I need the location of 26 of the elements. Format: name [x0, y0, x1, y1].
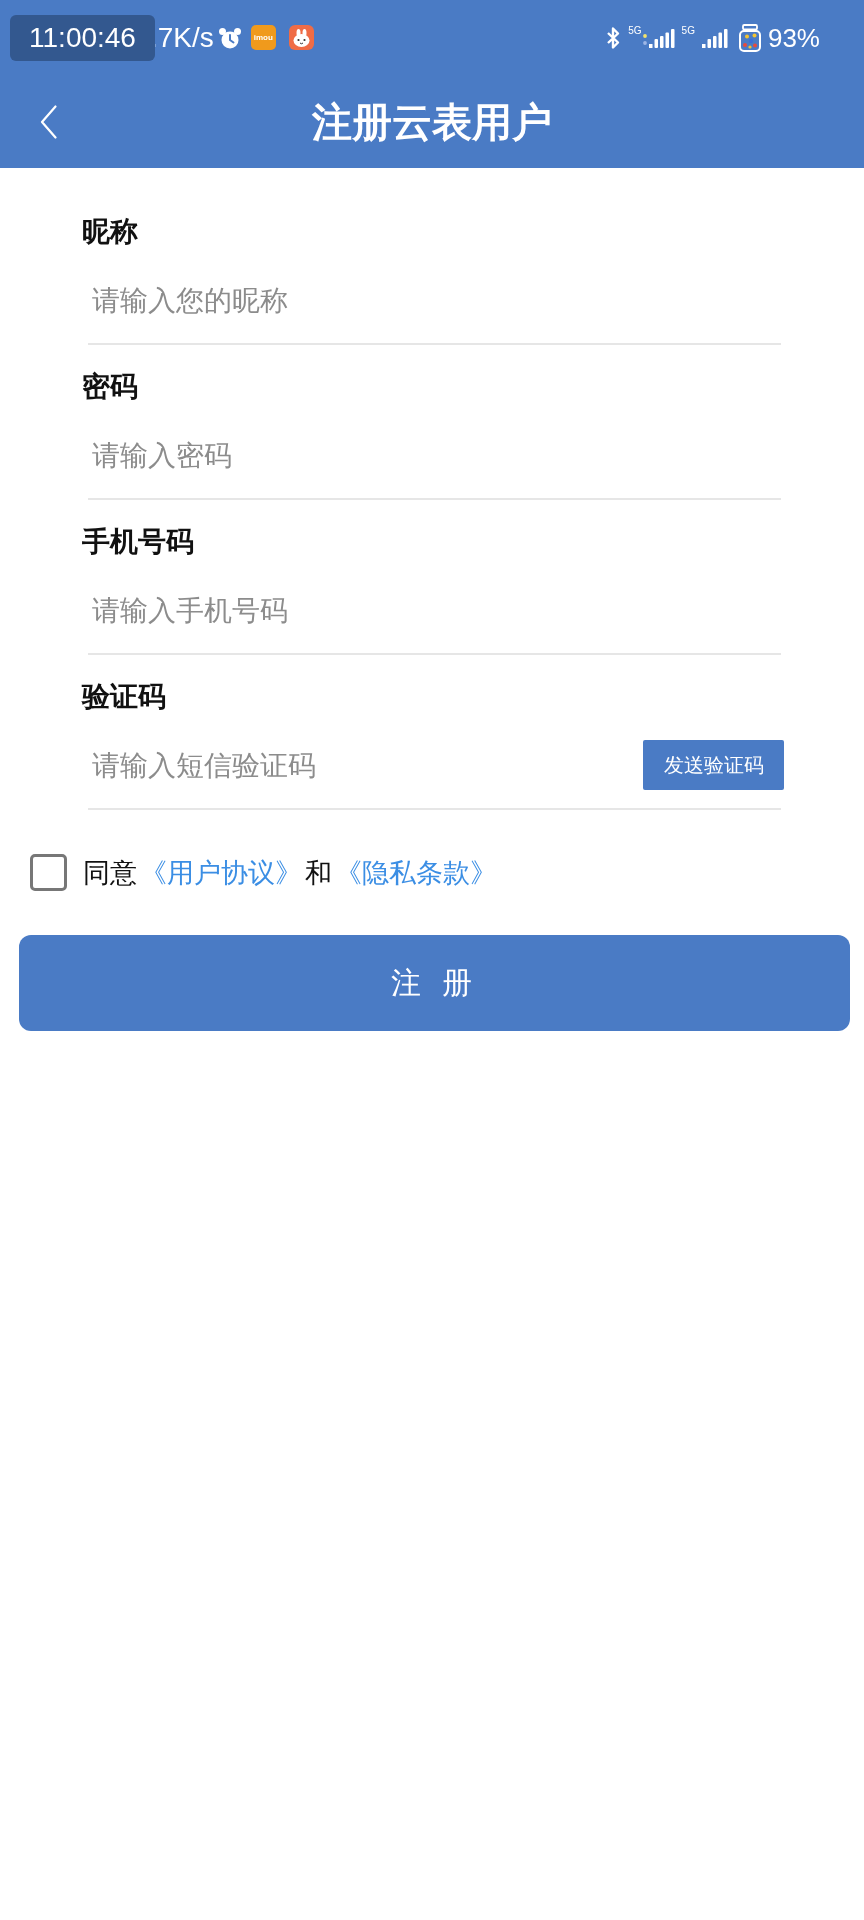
- time-overlay: 11:00:46: [10, 15, 155, 61]
- register-button[interactable]: 注 册: [19, 935, 850, 1031]
- field-label: 密码: [82, 370, 139, 404]
- network-type-label: 5G: [628, 24, 642, 36]
- bluetooth-icon: [605, 24, 622, 51]
- field-label: 手机号码: [82, 525, 195, 559]
- input-field[interactable]: 请输入短信验证码: [88, 735, 643, 795]
- jar-battery-icon: [737, 23, 762, 52]
- agreement-text: 同意《用户协议》和《隐私条款》: [83, 855, 498, 890]
- field-label: 昵称: [82, 215, 139, 249]
- page-title: 注册云表用户: [311, 97, 553, 146]
- field-label: 验证码: [82, 680, 167, 714]
- input-field[interactable]: 请输入手机号码: [88, 580, 781, 640]
- battery-percent: 93%: [767, 22, 820, 53]
- send-code-button[interactable]: 发送验证码: [643, 740, 784, 790]
- input-field[interactable]: 请输入密码: [88, 425, 781, 485]
- app-logo: imou: [250, 25, 276, 50]
- input-field[interactable]: 请输入您的昵称: [88, 270, 781, 330]
- network-type-label: 5G: [681, 24, 695, 36]
- back-button[interactable]: [38, 103, 58, 140]
- agreement-link[interactable]: 《用户协议》: [140, 856, 302, 888]
- alarm-clock-icon: [217, 26, 242, 49]
- rabbit-face-icon: [288, 25, 314, 50]
- agreement-link[interactable]: 《隐私条款》: [335, 856, 497, 888]
- agreement-checkbox[interactable]: [30, 854, 67, 891]
- back-icon: [39, 104, 57, 139]
